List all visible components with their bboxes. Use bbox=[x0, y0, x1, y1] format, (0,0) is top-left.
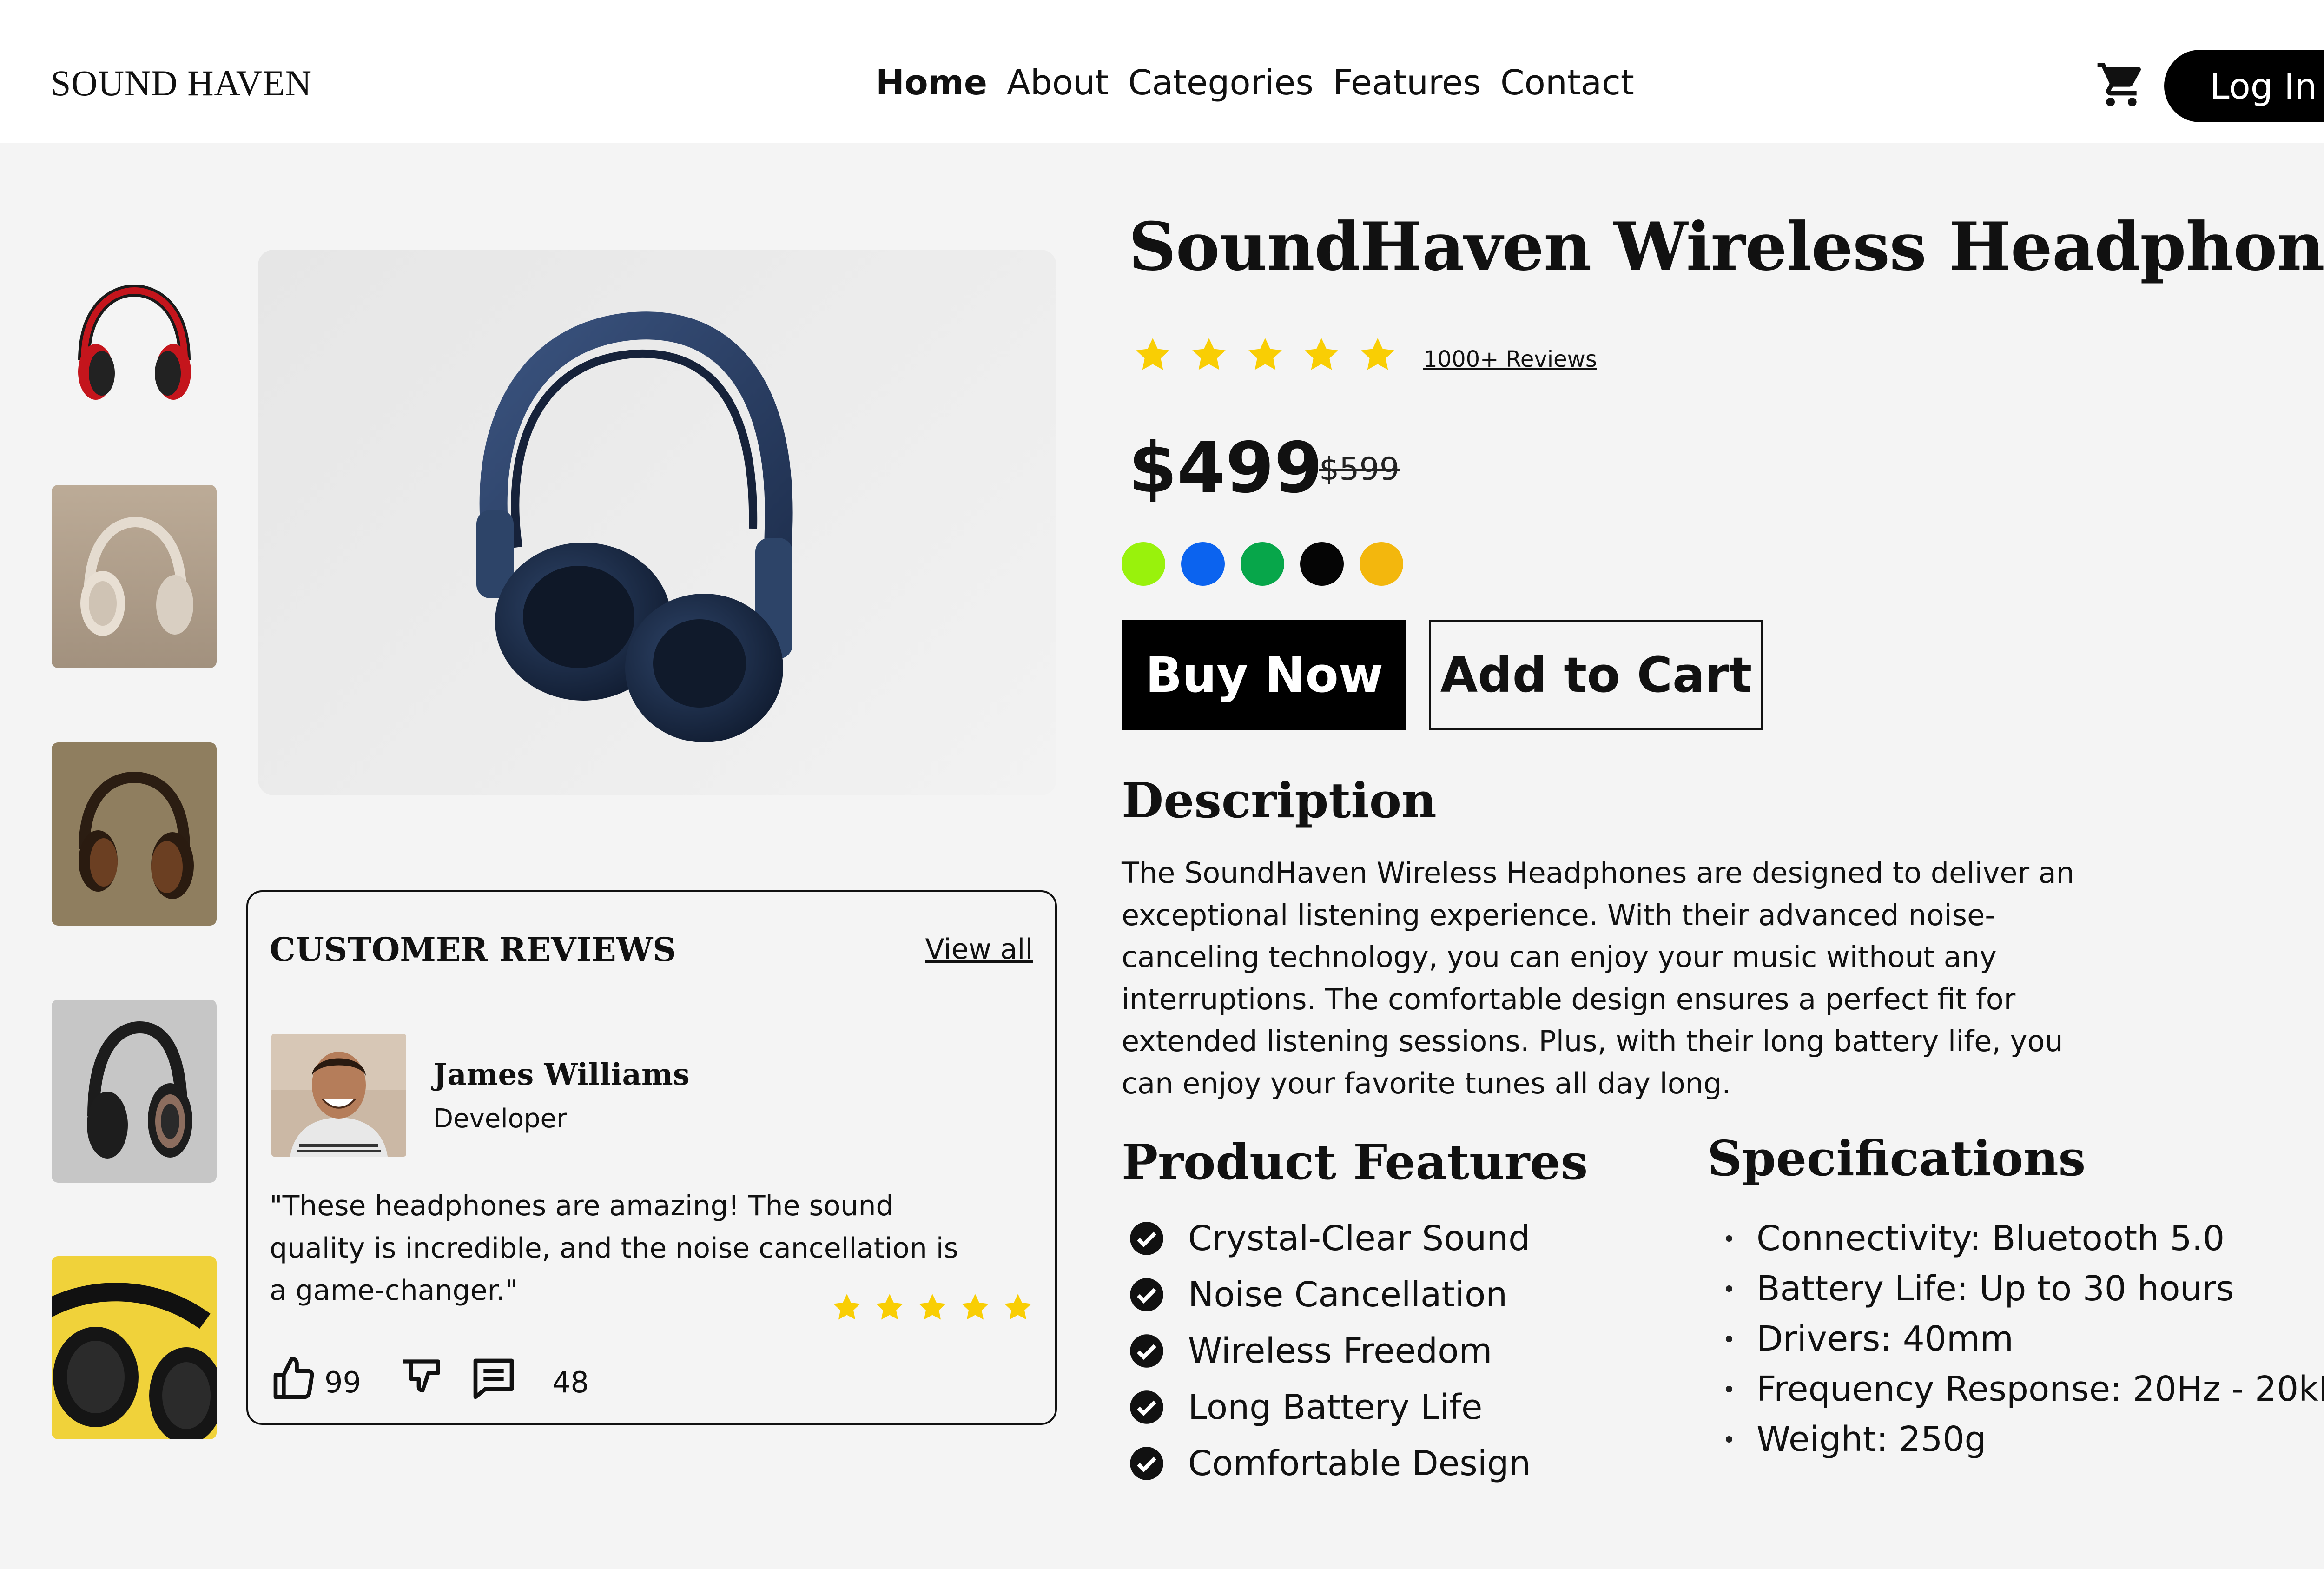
spec-item: Battery Life: Up to 30 hours bbox=[1726, 1264, 2324, 1314]
spec-item: Weight: 250g bbox=[1726, 1414, 2324, 1464]
reviewer-role: Developer bbox=[433, 1104, 568, 1134]
nav-features[interactable]: Features bbox=[1333, 63, 1481, 103]
nav-about[interactable]: About bbox=[1007, 63, 1109, 103]
bullet-icon bbox=[1726, 1386, 1732, 1392]
bullet-icon bbox=[1726, 1235, 1732, 1242]
nav-home[interactable]: Home bbox=[876, 63, 987, 103]
bullet-icon bbox=[1726, 1336, 1732, 1342]
features-list: Crystal-Clear Sound Noise Cancellation W… bbox=[1129, 1210, 1531, 1491]
thumbnail-brown-headphones[interactable] bbox=[52, 742, 217, 926]
buy-now-button[interactable]: Buy Now bbox=[1122, 620, 1406, 730]
like-count: 99 bbox=[324, 1365, 361, 1399]
spec-item: Drivers: 40mm bbox=[1726, 1314, 2324, 1364]
shopping-cart-icon[interactable] bbox=[2095, 59, 2147, 111]
thumbs-up-icon[interactable] bbox=[270, 1355, 318, 1403]
check-circle-icon bbox=[1130, 1446, 1163, 1480]
main-product-image bbox=[258, 250, 1056, 795]
feature-item: Noise Cancellation bbox=[1129, 1266, 1531, 1323]
color-swatch-yellow[interactable] bbox=[1360, 542, 1403, 586]
review-stars bbox=[831, 1292, 1034, 1324]
nav-contact[interactable]: Contact bbox=[1500, 63, 1634, 103]
star-icon bbox=[1305, 338, 1338, 370]
top-header: SOUND HAVEN Home About Categories Featur… bbox=[0, 0, 2324, 143]
features-heading: Product Features bbox=[1122, 1133, 1588, 1191]
color-swatch-lime[interactable] bbox=[1122, 542, 1165, 586]
original-price: $599 bbox=[1319, 451, 1400, 488]
color-swatch-black[interactable] bbox=[1300, 542, 1344, 586]
add-to-cart-button[interactable]: Add to Cart bbox=[1429, 620, 1763, 730]
comment-icon[interactable] bbox=[469, 1355, 518, 1403]
reviewer-avatar bbox=[271, 1034, 406, 1157]
thumbnail-yellow-bg-headphones[interactable] bbox=[52, 1256, 217, 1439]
thumbs-down-icon[interactable] bbox=[397, 1356, 444, 1402]
feature-item: Crystal-Clear Sound bbox=[1129, 1210, 1531, 1266]
product-title: SoundHaven Wireless Headphones bbox=[1129, 208, 2324, 285]
color-swatch-green[interactable] bbox=[1241, 542, 1284, 586]
feature-item: Long Battery Life bbox=[1129, 1379, 1531, 1435]
star-icon bbox=[918, 1294, 946, 1320]
specifications-heading: Specifications bbox=[1707, 1130, 2086, 1187]
bullet-icon bbox=[1726, 1436, 1732, 1443]
specifications-list: Connectivity: Bluetooth 5.0 Battery Life… bbox=[1726, 1213, 2324, 1464]
feature-item: Comfortable Design bbox=[1129, 1435, 1531, 1491]
star-icon bbox=[1004, 1294, 1032, 1320]
view-all-reviews-link[interactable]: View all bbox=[925, 933, 1033, 966]
headphones-illustration bbox=[476, 311, 793, 742]
thumbnail-black-headphones[interactable] bbox=[52, 1000, 217, 1183]
reviews-count-link[interactable]: 1000+ Reviews bbox=[1423, 346, 1597, 372]
check-circle-icon bbox=[1130, 1278, 1163, 1311]
current-price: $499 bbox=[1129, 428, 1323, 509]
reviews-heading: CUSTOMER REVIEWS bbox=[270, 930, 676, 969]
thumbnail-red-headphones[interactable] bbox=[52, 258, 217, 441]
comment-count: 48 bbox=[552, 1365, 589, 1399]
check-circle-icon bbox=[1130, 1390, 1163, 1424]
customer-reviews-card: CUSTOMER REVIEWS View all James Williams… bbox=[246, 890, 1057, 1425]
star-icon bbox=[1192, 338, 1226, 370]
bullet-icon bbox=[1726, 1285, 1732, 1292]
check-circle-icon bbox=[1130, 1221, 1163, 1255]
check-circle-icon bbox=[1130, 1334, 1163, 1368]
star-icon bbox=[1248, 338, 1282, 370]
star-icon bbox=[876, 1294, 904, 1320]
star-icon bbox=[961, 1294, 989, 1320]
spec-item: Frequency Response: 20Hz - 20kHz bbox=[1726, 1364, 2324, 1414]
color-swatch-blue[interactable] bbox=[1181, 542, 1225, 586]
star-icon bbox=[1136, 338, 1169, 370]
description-heading: Description bbox=[1122, 772, 1437, 829]
product-rating bbox=[1133, 336, 1397, 375]
main-nav: Home About Categories Features Contact bbox=[876, 63, 1634, 103]
star-icon bbox=[833, 1294, 861, 1320]
reviewer-name: James Williams bbox=[433, 1057, 690, 1092]
thumbnail-beige-headphones[interactable] bbox=[52, 485, 217, 668]
spec-item: Connectivity: Bluetooth 5.0 bbox=[1726, 1213, 2324, 1264]
description-text: The SoundHaven Wireless Headphones are d… bbox=[1122, 856, 2075, 1100]
star-icon bbox=[1361, 338, 1394, 370]
nav-categories[interactable]: Categories bbox=[1128, 63, 1314, 103]
login-button[interactable]: Log In bbox=[2164, 50, 2324, 122]
feature-item: Wireless Freedom bbox=[1129, 1323, 1531, 1379]
color-swatches bbox=[1122, 542, 1403, 586]
brand-logo[interactable]: SOUND HAVEN bbox=[51, 62, 312, 104]
